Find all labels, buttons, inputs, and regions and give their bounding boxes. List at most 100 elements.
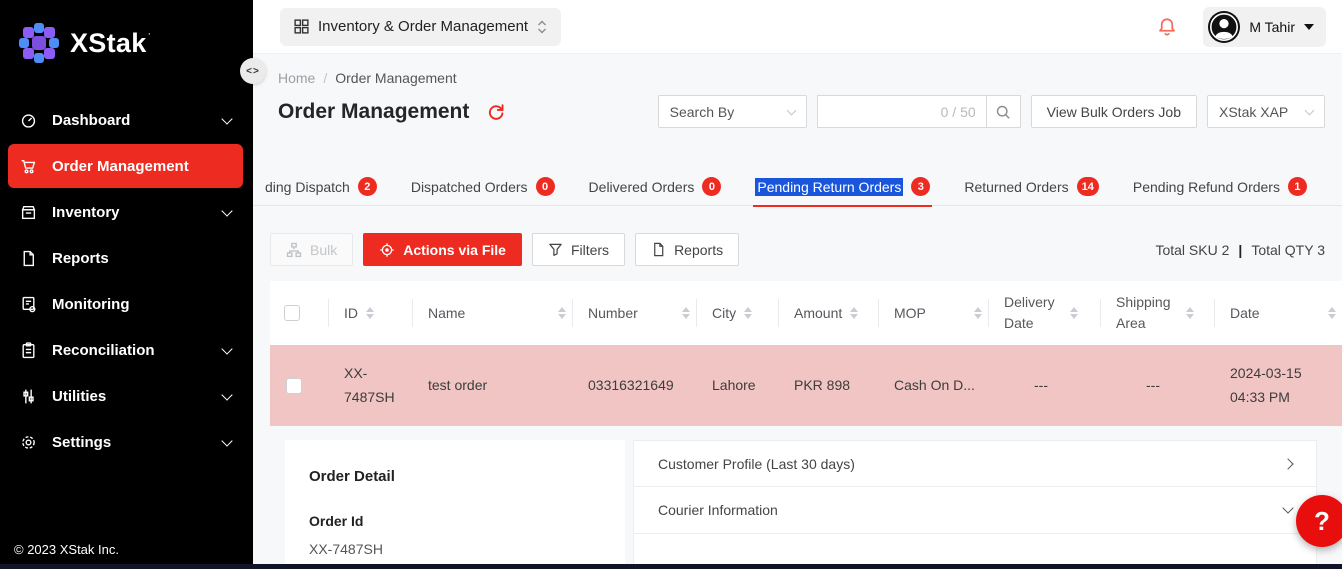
sort-icon[interactable] <box>682 307 690 319</box>
order-id-value: XX-7487SH <box>309 541 601 557</box>
sidebar-item-inventory[interactable]: Inventory <box>8 190 243 234</box>
column-header-mop[interactable]: MOP <box>878 281 988 345</box>
tab-count-badge: 0 <box>536 177 555 196</box>
sort-icon[interactable] <box>974 307 982 319</box>
accordion-clipped <box>633 534 1317 568</box>
sort-icon[interactable] <box>850 307 858 319</box>
sitemap-icon <box>286 242 302 258</box>
view-bulk-orders-job-button[interactable]: View Bulk Orders Job <box>1031 95 1197 128</box>
breadcrumb-current: Order Management <box>335 70 456 86</box>
logo-text: XStak <box>70 28 147 58</box>
accordion-customer-profile[interactable]: Customer Profile (Last 30 days) <box>633 440 1317 487</box>
cell-mop: Cash On D... <box>878 366 988 405</box>
help-button[interactable]: ? <box>1296 495 1342 547</box>
target-icon <box>379 242 395 258</box>
accordion-label: Courier Information <box>658 502 1284 518</box>
filters-label: Filters <box>571 242 609 258</box>
app-selector-dropdown[interactable]: Inventory & Order Management <box>280 8 561 46</box>
order-status-tabs: ding Dispatch 2 Dispatched Orders 0 Deli… <box>253 168 1342 206</box>
column-label: Number <box>588 305 674 321</box>
column-header-number[interactable]: Number <box>572 281 696 345</box>
total-sku: Total SKU 2 <box>1155 242 1229 258</box>
column-header-shipping-area[interactable]: Shipping Area <box>1100 281 1214 345</box>
sidebar-item-monitoring[interactable]: Monitoring <box>8 282 243 326</box>
clipboard-icon <box>20 342 37 359</box>
tab-returned-orders[interactable]: Returned Orders 14 <box>964 168 1099 206</box>
filters-button[interactable]: Filters <box>532 233 625 266</box>
sidebar-item-settings[interactable]: Settings <box>8 420 243 464</box>
table-header-row: ID Name Number City Amount MOP Delivery … <box>270 281 1342 345</box>
chevron-right-icon <box>1282 458 1293 469</box>
sort-icon[interactable] <box>1186 307 1194 319</box>
xstak-logo-icon <box>18 22 60 64</box>
column-header-id[interactable]: ID <box>328 281 412 345</box>
column-label: City <box>712 305 736 321</box>
logo-trademark-dot: · <box>148 28 152 40</box>
row-checkbox[interactable] <box>286 378 302 394</box>
sidebar-nav: Dashboard Order Management Inventory Rep… <box>0 96 253 542</box>
sidebar-item-label: Settings <box>52 434 208 451</box>
sidebar-item-dashboard[interactable]: Dashboard <box>8 98 243 142</box>
sort-icon[interactable] <box>366 307 374 319</box>
search-by-select[interactable]: Search By <box>658 95 807 128</box>
sort-icon[interactable] <box>1070 307 1078 319</box>
actions-via-file-button[interactable]: Actions via File <box>363 233 522 266</box>
tab-pending-dispatch[interactable]: ding Dispatch 2 <box>265 168 377 206</box>
column-header-name[interactable]: Name <box>412 281 572 345</box>
select-all-checkbox[interactable] <box>284 305 300 321</box>
totals: Total SKU 2 | Total QTY 3 <box>1155 242 1325 258</box>
sort-icon[interactable] <box>558 307 566 319</box>
column-header-date[interactable]: Date <box>1214 281 1342 345</box>
column-label: Delivery Date <box>1004 292 1062 334</box>
breadcrumb-home[interactable]: Home <box>278 70 315 86</box>
totals-divider: | <box>1238 242 1242 258</box>
sidebar-item-label: Reports <box>52 250 231 267</box>
column-label: Date <box>1230 305 1320 321</box>
tab-pending-return-orders[interactable]: Pending Return Orders 3 <box>755 168 930 206</box>
refresh-icon[interactable] <box>487 103 505 121</box>
search-by-label: Search By <box>670 104 735 120</box>
avatar <box>1208 11 1240 43</box>
tab-label: Returned Orders <box>964 179 1068 195</box>
cell-amount: PKR 898 <box>778 366 878 405</box>
user-menu[interactable]: M Tahir <box>1203 7 1326 47</box>
sidebar-item-order-management[interactable]: Order Management <box>8 144 243 188</box>
order-detail-title: Order Detail <box>309 468 601 485</box>
sort-icon[interactable] <box>1328 307 1336 319</box>
app-selector-label: Inventory & Order Management <box>318 18 528 35</box>
tab-count-badge: 1 <box>1288 177 1307 196</box>
sidebar-item-utilities[interactable]: Utilities <box>8 374 243 418</box>
funnel-icon <box>548 242 563 257</box>
column-header-delivery-date[interactable]: Delivery Date <box>988 281 1100 345</box>
chevron-down-icon <box>1282 502 1293 513</box>
reports-button[interactable]: Reports <box>635 233 739 266</box>
notification-bell-icon[interactable] <box>1157 17 1177 37</box>
sidebar-item-reports[interactable]: Reports <box>8 236 243 280</box>
table-row[interactable]: XX-7487SH test order 03316321649 Lahore … <box>270 345 1342 426</box>
accordion-courier-information[interactable]: Courier Information <box>633 487 1317 534</box>
column-header-amount[interactable]: Amount <box>778 281 878 345</box>
search-button[interactable] <box>987 95 1021 128</box>
topbar: Inventory & Order Management M Tahir <box>253 0 1342 54</box>
order-detail-card: Order Detail Order Id XX-7487SH <box>285 440 625 569</box>
updown-icon <box>537 20 547 34</box>
search-icon <box>995 104 1011 120</box>
sidebar-item-label: Order Management <box>52 158 231 175</box>
sidebar-collapse-toggle[interactable]: <> <box>240 58 266 84</box>
tab-label: Pending Refund Orders <box>1133 179 1280 195</box>
tab-label: Dispatched Orders <box>411 179 528 195</box>
tab-count-badge: 2 <box>358 177 377 196</box>
tab-dispatched-orders[interactable]: Dispatched Orders 0 <box>411 168 555 206</box>
column-label: Shipping Area <box>1116 292 1178 334</box>
tab-pending-refund-orders[interactable]: Pending Refund Orders 1 <box>1133 168 1307 206</box>
search-input[interactable]: 0 / 50 <box>817 95 987 128</box>
bulk-button[interactable]: Bulk <box>270 233 353 266</box>
dashboard-icon <box>20 112 37 129</box>
sidebar-item-reconciliation[interactable]: Reconciliation <box>8 328 243 372</box>
tab-delivered-orders[interactable]: Delivered Orders 0 <box>589 168 722 206</box>
sidebar-item-label: Monitoring <box>52 296 231 313</box>
sort-icon[interactable] <box>744 307 752 319</box>
column-header-city[interactable]: City <box>696 281 778 345</box>
sidebar-item-label: Dashboard <box>52 112 208 129</box>
xstak-xap-select[interactable]: XStak XAP <box>1207 95 1325 128</box>
